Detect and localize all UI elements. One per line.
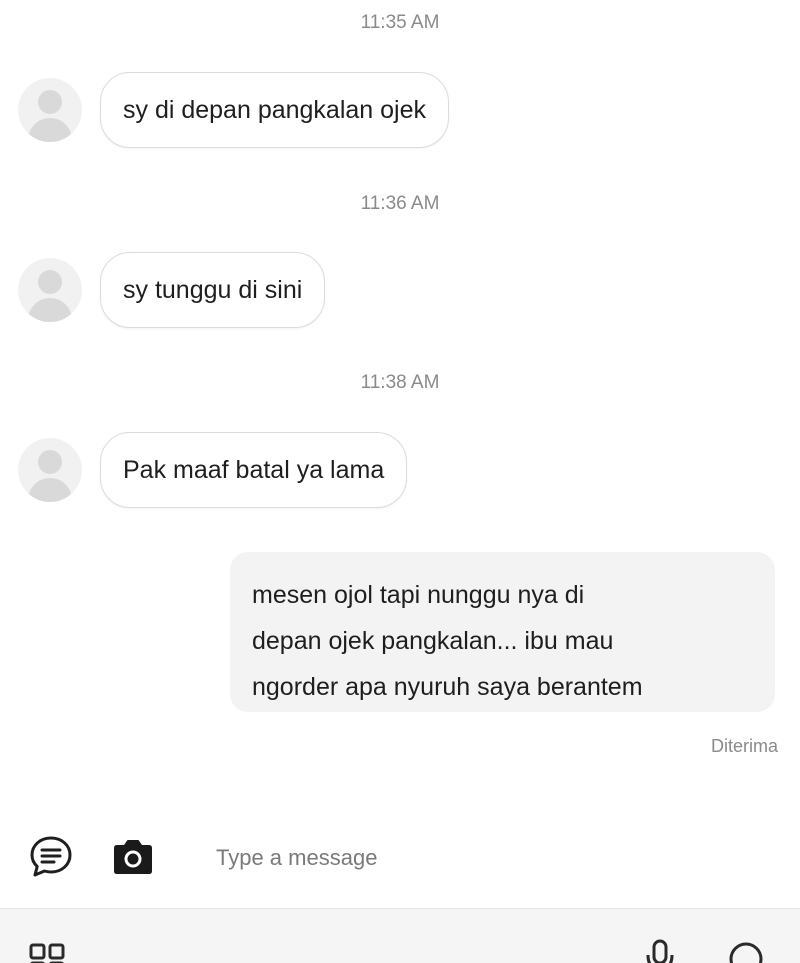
incoming-message-bubble[interactable]: sy tunggu di sini (100, 252, 326, 328)
avatar-shoulders (28, 118, 72, 142)
incoming-message-text: Pak maaf batal ya lama (123, 455, 385, 484)
avatar-head (38, 90, 62, 114)
camera-icon[interactable] (108, 832, 158, 882)
avatar-shoulders (28, 478, 72, 502)
incoming-message-bubble[interactable]: Pak maaf batal ya lama (100, 432, 408, 508)
sender-avatar[interactable] (18, 78, 82, 142)
message-timestamp: 11:36 AM (360, 193, 440, 214)
incoming-message-text: sy tunggu di sini (123, 275, 303, 304)
microphone-icon[interactable] (640, 937, 680, 963)
outgoing-message-line: ngorder apa nyuruh saya berantem (252, 673, 643, 701)
message-timestamp: 11:35 AM (360, 12, 440, 33)
message-timestamp: 11:38 AM (360, 372, 440, 393)
outgoing-message-line: depan ojek pangkalan... ibu mau (252, 627, 614, 655)
emoji-icon[interactable] (726, 937, 766, 963)
avatar-head (38, 450, 62, 474)
incoming-message-bubble[interactable]: sy di depan pangkalan ojek (100, 72, 450, 148)
bottom-toolbar (0, 908, 800, 963)
avatar-shoulders (28, 298, 72, 322)
chat-thread[interactable]: 11:35 AM sy di depan pangkalan ojek 11:3… (0, 0, 800, 820)
sender-avatar[interactable] (18, 258, 82, 322)
incoming-message-text: sy di depan pangkalan ojek (123, 95, 427, 124)
chat-bubble-icon[interactable] (26, 832, 76, 882)
sender-avatar[interactable] (18, 438, 82, 502)
avatar-head (38, 270, 62, 294)
delivery-status: Diterima (710, 736, 778, 756)
message-input[interactable] (210, 838, 742, 878)
apps-grid-icon[interactable] (28, 939, 68, 963)
outgoing-message-line: mesen ojol tapi nunggu nya di (252, 581, 585, 609)
message-composer (0, 820, 800, 900)
outgoing-message-bubble[interactable]: mesen ojol tapi nunggu nya di depan ojek… (230, 552, 775, 712)
